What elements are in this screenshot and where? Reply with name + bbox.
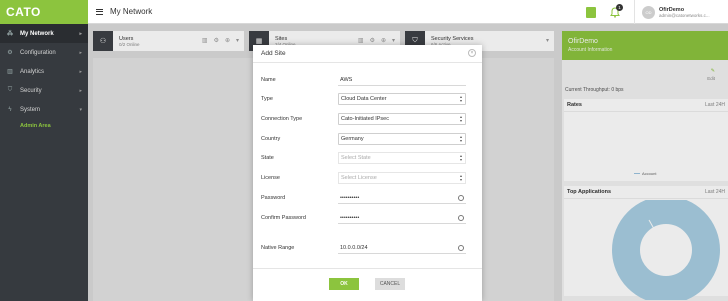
license-placeholder: Select License — [341, 175, 377, 181]
sidebar-item-security[interactable]: ⛉ Security ▸ — [0, 81, 88, 100]
hamburger-menu-icon[interactable] — [96, 8, 103, 15]
state-select[interactable]: Select State ▴ ▾ — [338, 152, 466, 164]
select-arrows-icon: ▴ ▾ — [459, 153, 462, 162]
state-placeholder: Select State — [341, 155, 371, 161]
cancel-button[interactable]: CANCEL — [375, 278, 405, 290]
sidebar: CATO ⁂ My Network ▸ ⚙ Configuration ▸ ▥ … — [0, 0, 88, 301]
info-icon[interactable] — [458, 244, 464, 251]
native-range-value: 10.0.0.0/24 — [340, 244, 368, 251]
cato-logo: CATO — [0, 0, 88, 24]
modal-title: Add Site — [261, 50, 286, 57]
native-range-label: Native Range — [261, 245, 295, 251]
chevron-right-icon: ▸ — [79, 49, 82, 56]
sidebar-item-label: My Network — [20, 30, 54, 37]
connection-type-value: Cato-Initiated IPsec — [341, 116, 389, 122]
chart-icon: ▥ — [7, 69, 13, 75]
country-label: Country — [261, 136, 281, 142]
modal-footer — [253, 268, 482, 301]
ok-button[interactable]: OK — [329, 278, 359, 290]
chevron-right-icon: ▸ — [79, 30, 82, 37]
sidebar-item-configuration[interactable]: ⚙ Configuration ▸ — [0, 43, 88, 62]
name-value: AWS — [340, 76, 353, 83]
select-arrows-icon: ▴ ▾ — [459, 114, 462, 123]
notification-bell[interactable]: 1 — [610, 3, 623, 18]
name-field[interactable]: AWS — [338, 74, 466, 86]
license-label: License — [261, 175, 280, 181]
chevron-right-icon: ▸ — [79, 68, 82, 75]
sidebar-item-label: Configuration — [20, 49, 56, 56]
select-arrows-icon: ▴ ▾ — [459, 94, 462, 103]
license-select[interactable]: Select License ▴ ▾ — [338, 172, 466, 184]
connection-type-select[interactable]: Cato-Initiated IPsec ▴ ▾ — [338, 113, 466, 125]
sidebar-item-my-network[interactable]: ⁂ My Network ▸ — [0, 24, 88, 43]
user-menu[interactable]: OD OfirDemo admin@catonetworks.c... — [634, 0, 728, 24]
gear-icon: ⚙ — [7, 50, 13, 56]
close-icon[interactable]: × — [468, 49, 476, 57]
password-field[interactable]: •••••••••• — [338, 192, 466, 204]
select-arrows-icon: ▴ ▾ — [459, 134, 462, 143]
network-icon: ⁂ — [7, 31, 13, 37]
sidebar-item-label: Analytics — [20, 68, 45, 75]
password-label: Password — [261, 195, 286, 201]
page-title: My Network — [110, 7, 153, 16]
name-label: Name — [261, 77, 276, 83]
user-email: admin@catonetworks.c... — [659, 12, 710, 18]
notification-badge: 1 — [616, 3, 623, 11]
state-label: State — [261, 155, 274, 161]
password-value: •••••••••• — [340, 194, 360, 201]
type-select[interactable]: Cloud Data Center ▴ ▾ — [338, 93, 466, 105]
country-select[interactable]: Germany ▴ ▾ — [338, 133, 466, 145]
bolt-icon: ϟ — [8, 106, 12, 113]
shield-icon: ⛉ — [7, 87, 13, 93]
country-value: Germany — [341, 136, 364, 142]
avatar: OD — [642, 5, 655, 19]
chevron-down-icon: ▾ — [79, 106, 82, 113]
native-range-field[interactable]: 10.0.0.0/24 — [338, 242, 466, 254]
sidebar-item-label: System — [20, 106, 41, 113]
chevron-right-icon: ▸ — [79, 87, 82, 94]
sidebar-item-system[interactable]: ϟ System ▾ — [0, 100, 88, 119]
add-site-modal: Add Site × Name AWS Type Cloud Data Cent… — [253, 45, 482, 301]
select-arrows-icon: ▴ ▾ — [459, 173, 462, 182]
confirm-password-value: •••••••••• — [340, 214, 360, 221]
type-value: Cloud Data Center — [341, 96, 387, 102]
confirm-password-label: Confirm Password — [261, 215, 306, 221]
eye-icon[interactable] — [458, 194, 464, 201]
book-icon[interactable] — [586, 6, 596, 18]
confirm-password-field[interactable]: •••••••••• — [338, 212, 466, 224]
top-header: My Network 1 OD OfirDemo admin@catonetwo… — [88, 0, 728, 24]
sidebar-item-analytics[interactable]: ▥ Analytics ▸ — [0, 62, 88, 81]
sidebar-subitem-admin-area[interactable]: Admin Area — [0, 119, 88, 133]
eye-icon[interactable] — [458, 214, 464, 221]
type-label: Type — [261, 96, 273, 102]
sidebar-item-label: Security — [20, 87, 42, 94]
connection-type-label: Connection Type — [261, 116, 303, 122]
